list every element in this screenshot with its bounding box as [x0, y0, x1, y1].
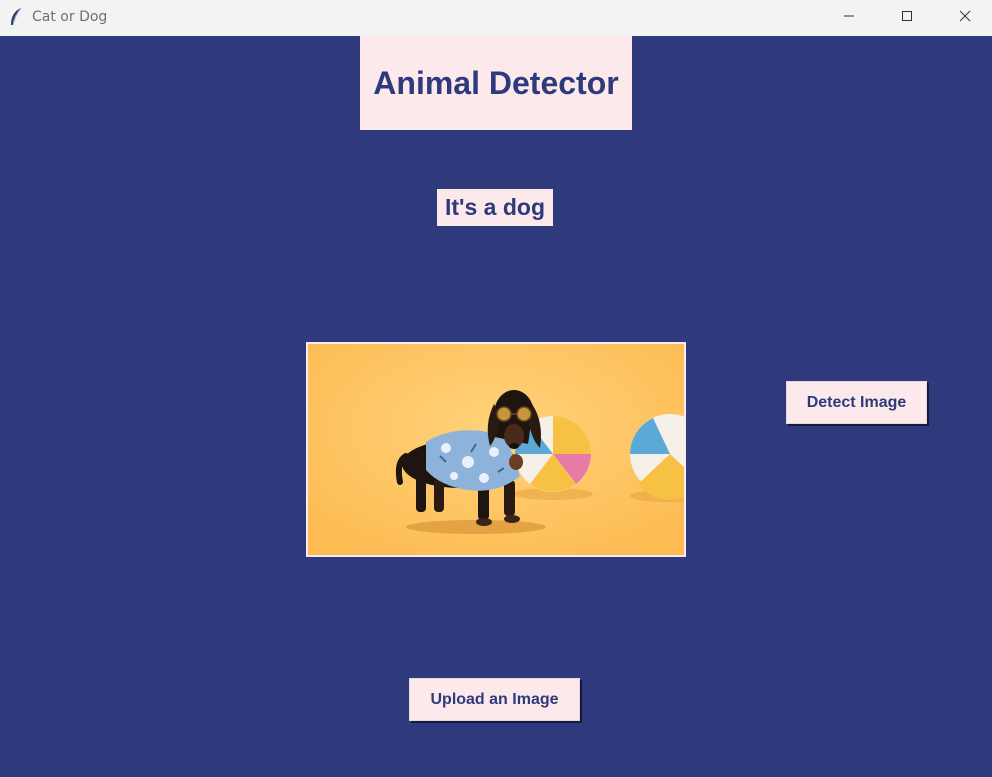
close-icon	[959, 9, 971, 27]
maximize-icon	[901, 9, 913, 27]
uploaded-image	[306, 342, 686, 557]
feather-icon	[8, 7, 24, 27]
dog-photo-icon	[308, 344, 684, 555]
title-bar: Cat or Dog	[0, 0, 992, 36]
maximize-button[interactable]	[878, 0, 936, 36]
result-label: It's a dog	[444, 194, 546, 220]
minimize-button[interactable]	[820, 0, 878, 36]
page-title: Animal Detector	[373, 64, 619, 101]
main-content: Animal Detector It's a dog Detect Image …	[0, 36, 992, 777]
result-panel: It's a dog	[437, 189, 553, 226]
minimize-icon	[843, 9, 855, 27]
window-title: Cat or Dog	[32, 9, 108, 25]
detect-image-button[interactable]: Detect Image	[786, 381, 927, 424]
close-button[interactable]	[936, 0, 992, 36]
upload-image-button[interactable]: Upload an Image	[409, 678, 580, 721]
heading-panel: Animal Detector	[360, 36, 632, 130]
